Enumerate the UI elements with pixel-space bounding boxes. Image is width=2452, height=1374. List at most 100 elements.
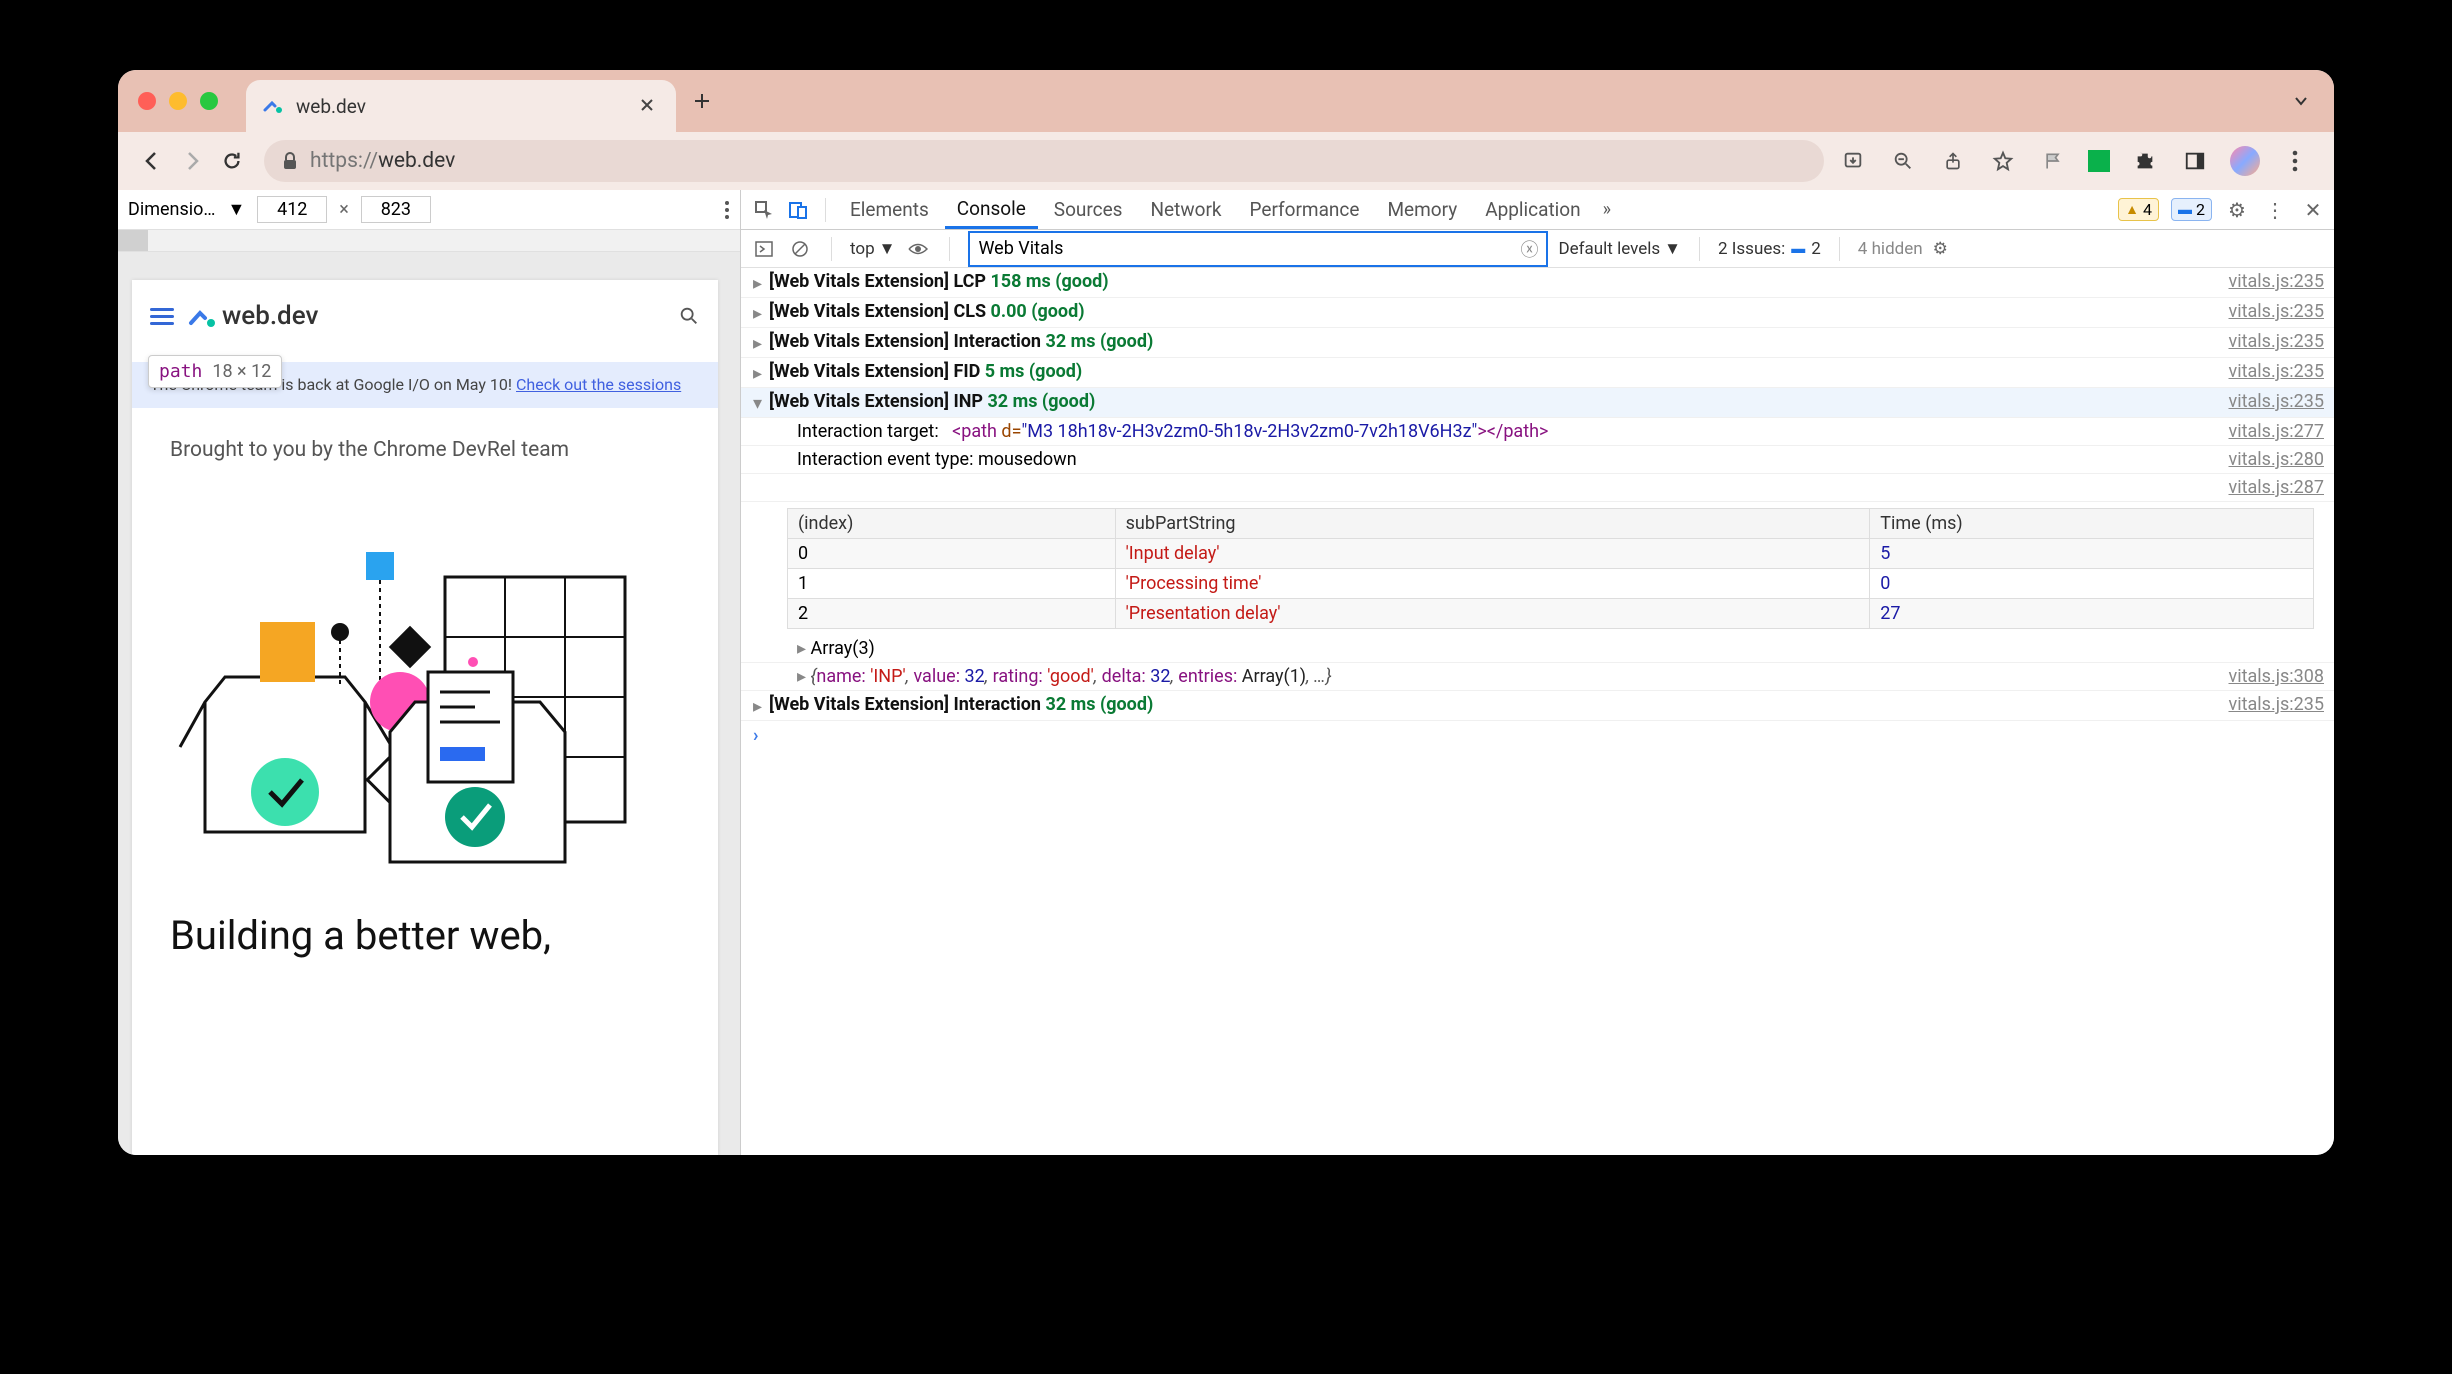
- browser-menu-icon[interactable]: [2280, 146, 2310, 176]
- profile-avatar[interactable]: [2230, 146, 2260, 176]
- source-link[interactable]: vitals.js:235: [2209, 694, 2325, 715]
- source-link[interactable]: vitals.js:277: [2209, 421, 2325, 442]
- console-prompt[interactable]: ›: [741, 721, 2334, 750]
- table-row: 1 'Processing time' 0: [788, 569, 2314, 599]
- tab-list-chevron-icon[interactable]: [2292, 92, 2310, 110]
- toolbar-right: [1838, 146, 2318, 176]
- tab-performance[interactable]: Performance: [1238, 190, 1372, 229]
- source-link[interactable]: vitals.js:308: [2209, 666, 2325, 687]
- log-row: ▸ [Web Vitals Extension] Interaction 32 …: [741, 691, 2334, 721]
- element-hover-tooltip: path 18 × 12: [148, 355, 282, 388]
- expand-arrow-icon[interactable]: ▸: [753, 363, 769, 384]
- more-tabs-icon[interactable]: »: [1597, 199, 1617, 220]
- ruler-bar: [118, 230, 740, 252]
- main-area: Dimensio… ▼ × web.dev: [118, 190, 2334, 1155]
- device-frame: web.dev path 18 × 12 The Chrome team is …: [132, 280, 718, 1155]
- close-window-button[interactable]: [138, 92, 156, 110]
- collapse-arrow-icon[interactable]: ▾: [753, 393, 769, 414]
- log-row: ▸ [Web Vitals Extension] FID 5 ms (good)…: [741, 358, 2334, 388]
- new-tab-button[interactable]: [692, 91, 712, 111]
- console-filter-input[interactable]: Web Vitals ⓧ: [968, 231, 1548, 267]
- tab-application[interactable]: Application: [1473, 190, 1592, 229]
- page-search-icon[interactable]: [678, 305, 700, 327]
- source-link[interactable]: vitals.js:280: [2209, 449, 2325, 470]
- tab-memory[interactable]: Memory: [1375, 190, 1469, 229]
- hover-tagname: path: [159, 361, 202, 382]
- install-icon[interactable]: [1838, 146, 1868, 176]
- expand-arrow-icon[interactable]: ▸: [753, 333, 769, 354]
- tab-console[interactable]: Console: [945, 190, 1038, 229]
- height-input[interactable]: [361, 196, 431, 223]
- tab-close-icon[interactable]: [640, 98, 656, 114]
- live-expression-eye-icon[interactable]: [905, 236, 931, 262]
- dimensions-label: Dimensio…: [128, 199, 215, 220]
- url-bar[interactable]: https://web.dev: [264, 140, 1824, 182]
- width-input[interactable]: [257, 196, 327, 223]
- device-toggle-icon[interactable]: [783, 195, 813, 225]
- inspect-element-icon[interactable]: [749, 195, 779, 225]
- expand-arrow-icon[interactable]: ▸: [753, 303, 769, 324]
- console-toolbar: top ▼ Web Vitals ⓧ Default levels ▼ 2 Is…: [741, 230, 2334, 268]
- hamburger-menu-icon[interactable]: [150, 308, 174, 325]
- source-link[interactable]: vitals.js:235: [2209, 271, 2325, 292]
- minimize-window-button[interactable]: [169, 92, 187, 110]
- maximize-window-button[interactable]: [200, 92, 218, 110]
- expand-arrow-icon[interactable]: ▸: [797, 666, 806, 687]
- tab-title: web.dev: [296, 95, 628, 118]
- bookmark-star-icon[interactable]: [1988, 146, 2018, 176]
- source-link[interactable]: vitals.js:235: [2209, 301, 2325, 322]
- clear-filter-icon[interactable]: ⓧ: [1520, 236, 1538, 262]
- back-button[interactable]: [134, 143, 170, 179]
- browser-tab[interactable]: web.dev: [246, 80, 676, 132]
- log-detail-row: ▸ Array(3): [741, 635, 2334, 663]
- tab-network[interactable]: Network: [1138, 190, 1233, 229]
- expand-arrow-icon[interactable]: ▸: [753, 273, 769, 294]
- source-link[interactable]: vitals.js:287: [2209, 477, 2325, 498]
- page-credit: Brought to you by the Chrome DevRel team: [170, 438, 680, 462]
- devtools-menu-icon[interactable]: ⋮: [2262, 198, 2288, 222]
- forward-button[interactable]: [174, 143, 210, 179]
- issues-badge[interactable]: ▬2: [2171, 198, 2212, 221]
- hero-illustration: [170, 502, 650, 872]
- console-sidebar-toggle-icon[interactable]: [751, 236, 777, 262]
- clear-console-icon[interactable]: [787, 236, 813, 262]
- devtools-settings-icon[interactable]: ⚙: [2224, 198, 2250, 222]
- reload-button[interactable]: [214, 143, 250, 179]
- device-mode-pane: Dimensio… ▼ × web.dev: [118, 190, 741, 1155]
- table-header: (index): [788, 509, 1116, 539]
- sidepanel-icon[interactable]: [2180, 146, 2210, 176]
- devtools-tabbar: Elements Console Sources Network Perform…: [741, 190, 2334, 230]
- console-settings-icon[interactable]: ⚙: [1933, 239, 1948, 259]
- url-text: https://web.dev: [310, 149, 455, 173]
- log-detail-row: Interaction event type: mousedown vitals…: [741, 446, 2334, 474]
- zoom-icon[interactable]: [1888, 146, 1918, 176]
- source-link[interactable]: vitals.js:235: [2209, 331, 2325, 352]
- warnings-badge[interactable]: ▲4: [2118, 198, 2159, 221]
- source-link[interactable]: vitals.js:235: [2209, 361, 2325, 382]
- banner-link[interactable]: Check out the sessions: [516, 375, 681, 394]
- devtools-close-icon[interactable]: ✕: [2300, 198, 2326, 222]
- log-detail-row: vitals.js:287: [741, 474, 2334, 502]
- extensions-puzzle-icon[interactable]: [2130, 146, 2160, 176]
- device-toolbar-more-icon[interactable]: [724, 200, 730, 220]
- flag-icon[interactable]: [2038, 146, 2068, 176]
- share-icon[interactable]: [1938, 146, 1968, 176]
- expand-arrow-icon[interactable]: ▸: [753, 696, 769, 717]
- execution-context-selector[interactable]: top ▼: [850, 239, 895, 259]
- source-link[interactable]: vitals.js:235: [2209, 391, 2325, 412]
- table-row: 2 'Presentation delay' 27: [788, 599, 2314, 629]
- tab-elements[interactable]: Elements: [838, 190, 941, 229]
- extension-green-icon[interactable]: [2088, 150, 2110, 172]
- tab-sources[interactable]: Sources: [1042, 190, 1135, 229]
- issues-link[interactable]: 2 Issues: ▬2: [1718, 239, 1821, 259]
- hidden-messages-label[interactable]: 4 hidden: [1858, 239, 1923, 259]
- page-logo[interactable]: web.dev: [188, 301, 318, 331]
- traffic-lights: [138, 92, 218, 110]
- dimensions-dropdown-icon[interactable]: ▼: [227, 199, 245, 220]
- hover-dimensions: 18 × 12: [212, 361, 271, 382]
- page-header: web.dev: [132, 280, 718, 352]
- log-levels-selector[interactable]: Default levels ▼: [1558, 239, 1681, 259]
- console-body: ▸ [Web Vitals Extension] LCP 158 ms (goo…: [741, 268, 2334, 1155]
- device-canvas: web.dev path 18 × 12 The Chrome team is …: [118, 252, 740, 1155]
- expand-arrow-icon[interactable]: ▸: [797, 638, 806, 659]
